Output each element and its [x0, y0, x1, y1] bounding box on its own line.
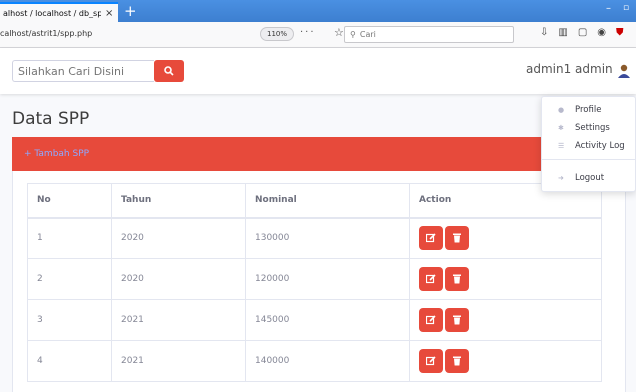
- cell-no: 3: [27, 299, 112, 341]
- table-header-row: No Tahun Nominal Action: [27, 183, 602, 219]
- minimize-icon[interactable]: –: [606, 3, 611, 14]
- toolbar-icons: ⇩ ▥ ▢ ◉ ⛊: [540, 27, 624, 38]
- cell-nominal: 145000: [245, 299, 410, 341]
- delete-button[interactable]: [445, 226, 469, 251]
- cell-nominal: 120000: [245, 258, 410, 300]
- edit-icon: [426, 356, 436, 366]
- cell-tahun: 2021: [111, 340, 246, 382]
- restore-icon[interactable]: ▫: [623, 3, 629, 13]
- url-text[interactable]: calhost/astrit1/spp.php: [0, 29, 92, 38]
- new-tab-button[interactable]: +: [124, 2, 137, 20]
- cell-tahun: 2020: [111, 258, 246, 300]
- search-input[interactable]: [12, 60, 154, 82]
- library-icon[interactable]: ▥: [558, 27, 567, 38]
- header-tahun: Tahun: [111, 183, 246, 219]
- edit-button[interactable]: [419, 267, 443, 291]
- cell-no: 4: [27, 340, 112, 382]
- cell-nominal: 130000: [245, 217, 410, 259]
- trash-icon: [453, 356, 461, 366]
- cell-action: [409, 340, 602, 382]
- browser-address-bar: calhost/astrit1/spp.php 110% ··· ☆ ⚲ Cari…: [0, 22, 636, 48]
- search-icon: ⚲: [350, 30, 356, 39]
- spp-table: No Tahun Nominal Action 1 2020 130000 2 …: [27, 183, 602, 382]
- trash-icon: [453, 274, 461, 284]
- card-header: + Tambah SPP: [12, 137, 626, 171]
- browser-tab-strip: alhost / localhost / db_spp × + – ▫: [0, 0, 636, 22]
- search-button[interactable]: [154, 60, 184, 82]
- header-nominal: Nominal: [245, 183, 410, 219]
- app-topbar: admin1 admin: [0, 48, 636, 94]
- table-row: 4 2021 140000: [27, 340, 602, 382]
- user-dropdown-menu: ● Profile ✱ Settings ☰ Activity Log ➜ Logout: [541, 96, 636, 192]
- table-row: 3 2021 145000: [27, 299, 602, 341]
- edit-icon: [426, 233, 436, 243]
- download-icon[interactable]: ⇩: [540, 27, 548, 38]
- sign-out-icon: ➜: [558, 174, 564, 182]
- page-actions-icon[interactable]: ···: [300, 27, 316, 38]
- header-no: No: [27, 183, 112, 219]
- trash-icon: [453, 315, 461, 325]
- dropdown-divider: [542, 159, 636, 160]
- dropdown-item-settings[interactable]: ✱ Settings: [542, 119, 636, 137]
- avatar[interactable]: [618, 64, 630, 78]
- cell-no: 2: [27, 258, 112, 300]
- cell-tahun: 2020: [111, 217, 246, 259]
- zoom-badge[interactable]: 110%: [260, 27, 295, 41]
- sidebar-icon[interactable]: ▢: [578, 27, 587, 38]
- cell-nominal: 140000: [245, 340, 410, 382]
- trash-icon: [453, 233, 461, 243]
- browser-tab-title: alhost / localhost / db_spp: [3, 8, 101, 18]
- bookmark-star-icon[interactable]: ☆: [334, 26, 344, 39]
- cell-no: 1: [27, 217, 112, 259]
- edit-button[interactable]: [419, 226, 443, 251]
- user-icon: ●: [558, 106, 565, 114]
- edit-icon: [426, 274, 436, 284]
- edit-icon: [426, 315, 436, 325]
- browser-search-placeholder: Cari: [359, 30, 376, 39]
- user-name[interactable]: admin1 admin: [526, 62, 613, 76]
- table-row: 1 2020 130000: [27, 217, 602, 259]
- edit-button[interactable]: [419, 308, 443, 332]
- dropdown-item-logout[interactable]: ➜ Logout: [542, 169, 636, 187]
- dropdown-item-label: Profile: [575, 105, 602, 115]
- add-spp-button[interactable]: + Tambah SPP: [24, 149, 89, 159]
- page-title: Data SPP: [12, 109, 90, 129]
- list-icon: ☰: [558, 142, 565, 150]
- browser-search-field[interactable]: ⚲ Cari: [344, 26, 514, 43]
- search-icon: [164, 66, 174, 76]
- edit-button[interactable]: [419, 349, 443, 373]
- shield-icon[interactable]: ⛊: [616, 27, 624, 38]
- tab-close-icon[interactable]: ×: [105, 8, 113, 19]
- delete-button[interactable]: [445, 349, 469, 373]
- dropdown-item-label: Activity Log: [575, 141, 625, 151]
- cell-action: [409, 217, 602, 259]
- delete-button[interactable]: [445, 267, 469, 291]
- dropdown-item-label: Logout: [575, 173, 605, 183]
- delete-button[interactable]: [445, 308, 469, 332]
- browser-tab[interactable]: alhost / localhost / db_spp ×: [0, 2, 118, 22]
- cogs-icon: ✱: [558, 124, 564, 132]
- dropdown-item-label: Settings: [575, 123, 610, 133]
- account-icon[interactable]: ◉: [597, 27, 606, 38]
- dropdown-item-activity-log[interactable]: ☰ Activity Log: [542, 137, 636, 155]
- cell-action: [409, 258, 602, 300]
- cell-action: [409, 299, 602, 341]
- cell-tahun: 2021: [111, 299, 246, 341]
- table-row: 2 2020 120000: [27, 258, 602, 300]
- dropdown-item-profile[interactable]: ● Profile: [542, 101, 636, 119]
